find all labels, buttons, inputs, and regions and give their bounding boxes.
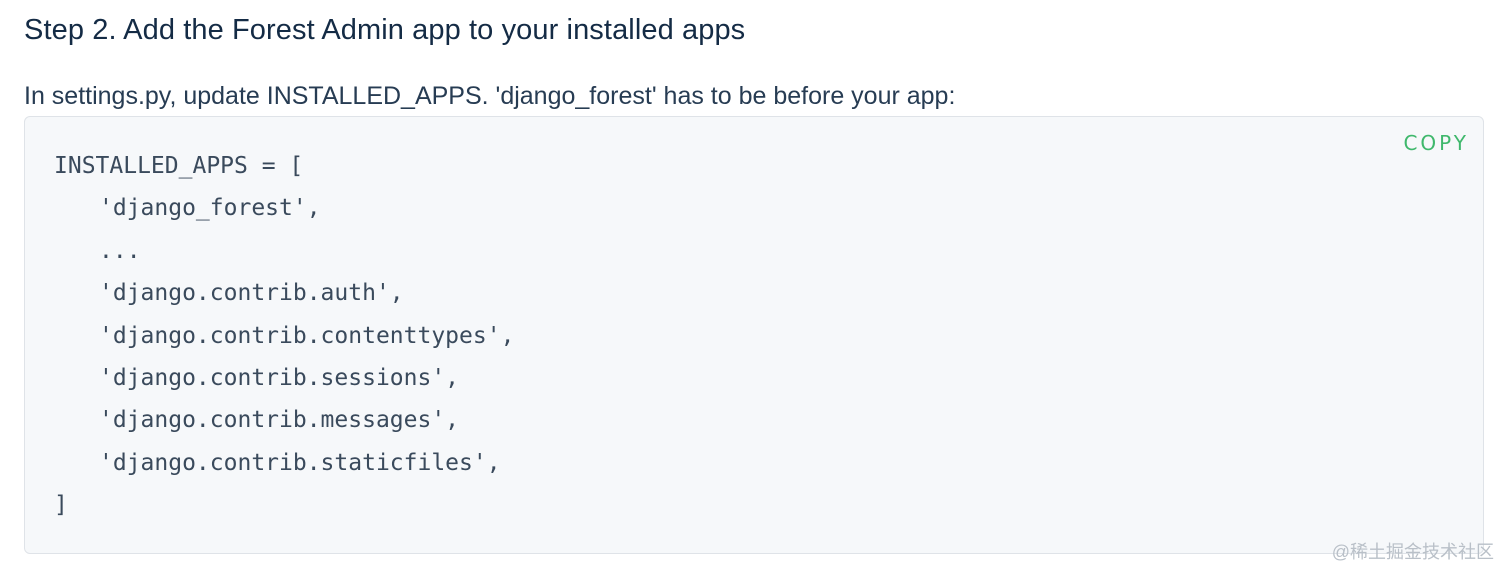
code-content: INSTALLED_APPS = [ 'django_forest',... 'dj… <box>54 145 514 527</box>
code-line: 'django.contrib.staticfiles', <box>99 449 501 476</box>
code-block: COPY INSTALLED_APPS = [ 'django_forest',.… <box>24 116 1484 554</box>
code-line: 'django_forest', <box>99 195 321 222</box>
code-line: 'django.contrib.sessions', <box>99 364 460 391</box>
code-line: 'django.contrib.messages', <box>99 407 460 434</box>
code-line: ] <box>54 492 68 519</box>
code-line: ... <box>99 237 141 264</box>
code-line: 'django.contrib.auth', <box>99 280 404 307</box>
page-heading: Step 2. Add the Forest Admin app to your… <box>24 14 746 46</box>
code-line: 'django.contrib.contenttypes', <box>99 322 515 349</box>
watermark: @稀土掘金技术社区 <box>1331 542 1494 562</box>
code-line: INSTALLED_APPS = [ <box>54 153 304 179</box>
intro-text: In settings.py, update INSTALLED_APPS. '… <box>24 82 956 110</box>
copy-button[interactable]: COPY <box>1403 131 1469 155</box>
